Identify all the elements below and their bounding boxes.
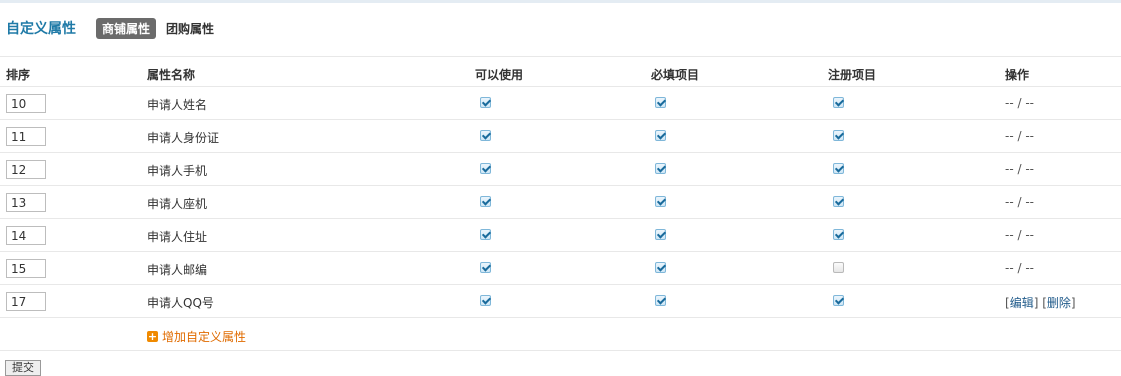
col-header-usable: 可以使用: [475, 68, 524, 82]
attribute-name: 申请人住址: [147, 230, 208, 244]
table-row: 申请人QQ号 [编辑] [删除]: [0, 285, 1121, 318]
order-input[interactable]: [6, 259, 46, 278]
plus-icon: +: [147, 330, 158, 343]
col-header-register: 注册项目: [828, 68, 877, 82]
row-actions: -- / --: [1005, 162, 1034, 176]
table-row: 申请人身份证 -- / --: [0, 120, 1121, 153]
order-input[interactable]: [6, 94, 46, 113]
usable-checkbox[interactable]: [480, 196, 491, 207]
page-header: 自定义属性 商铺属性 团购属性: [6, 17, 224, 39]
required-checkbox[interactable]: [655, 295, 666, 306]
add-custom-attribute-label: 增加自定义属性: [162, 330, 247, 344]
table-row: 申请人姓名 -- / --: [0, 87, 1121, 120]
attribute-name: 申请人姓名: [147, 98, 208, 112]
tab-groupbuy-attributes[interactable]: 团购属性: [160, 18, 220, 39]
table-row: 申请人手机 -- / --: [0, 153, 1121, 186]
register-checkbox[interactable]: [833, 130, 844, 141]
register-checkbox[interactable]: [833, 163, 844, 174]
required-checkbox[interactable]: [655, 163, 666, 174]
required-checkbox[interactable]: [655, 196, 666, 207]
register-checkbox[interactable]: [833, 295, 844, 306]
row-actions: [编辑] [删除]: [1005, 296, 1076, 310]
order-input[interactable]: [6, 127, 46, 146]
attribute-name: 申请人身份证: [147, 131, 220, 145]
delete-link[interactable]: 删除: [1047, 296, 1071, 310]
tab-shop-attributes[interactable]: 商铺属性: [96, 17, 157, 39]
order-input[interactable]: [6, 226, 46, 245]
add-custom-attribute-link[interactable]: + 增加自定义属性: [147, 328, 246, 345]
usable-checkbox[interactable]: [480, 229, 491, 240]
register-checkbox[interactable]: [833, 196, 844, 207]
table-row: 申请人座机 -- / --: [0, 186, 1121, 219]
row-actions: -- / --: [1005, 129, 1034, 143]
divider: [0, 350, 1121, 351]
attribute-name: 申请人邮编: [147, 263, 208, 277]
usable-checkbox[interactable]: [480, 163, 491, 174]
row-actions: -- / --: [1005, 195, 1034, 209]
col-header-order: 排序: [6, 68, 31, 82]
table-row: 申请人邮编 -- / --: [0, 252, 1121, 285]
row-actions: -- / --: [1005, 261, 1034, 275]
col-header-required: 必填项目: [651, 68, 700, 82]
order-input[interactable]: [6, 193, 46, 212]
table-row: 申请人住址 -- / --: [0, 219, 1121, 252]
order-input[interactable]: [6, 160, 46, 179]
required-checkbox[interactable]: [655, 130, 666, 141]
col-header-actions: 操作: [1005, 68, 1030, 82]
attribute-name: 申请人手机: [147, 164, 208, 178]
register-checkbox[interactable]: [833, 262, 844, 273]
attribute-name: 申请人QQ号: [147, 296, 214, 310]
submit-button[interactable]: 提交: [5, 360, 41, 376]
usable-checkbox[interactable]: [480, 97, 491, 108]
required-checkbox[interactable]: [655, 262, 666, 273]
register-checkbox[interactable]: [833, 97, 844, 108]
required-checkbox[interactable]: [655, 97, 666, 108]
order-input[interactable]: [6, 292, 46, 311]
row-actions: -- / --: [1005, 228, 1034, 242]
row-divider: [0, 317, 1121, 318]
top-border: [0, 0, 1121, 3]
usable-checkbox[interactable]: [480, 130, 491, 141]
required-checkbox[interactable]: [655, 229, 666, 240]
usable-checkbox[interactable]: [480, 262, 491, 273]
page-title: 自定义属性: [6, 21, 76, 37]
attribute-name: 申请人座机: [147, 197, 208, 211]
register-checkbox[interactable]: [833, 229, 844, 240]
row-actions: -- / --: [1005, 96, 1034, 110]
edit-link[interactable]: 编辑: [1010, 296, 1034, 310]
col-header-name: 属性名称: [147, 68, 196, 82]
usable-checkbox[interactable]: [480, 295, 491, 306]
divider: [0, 56, 1121, 57]
